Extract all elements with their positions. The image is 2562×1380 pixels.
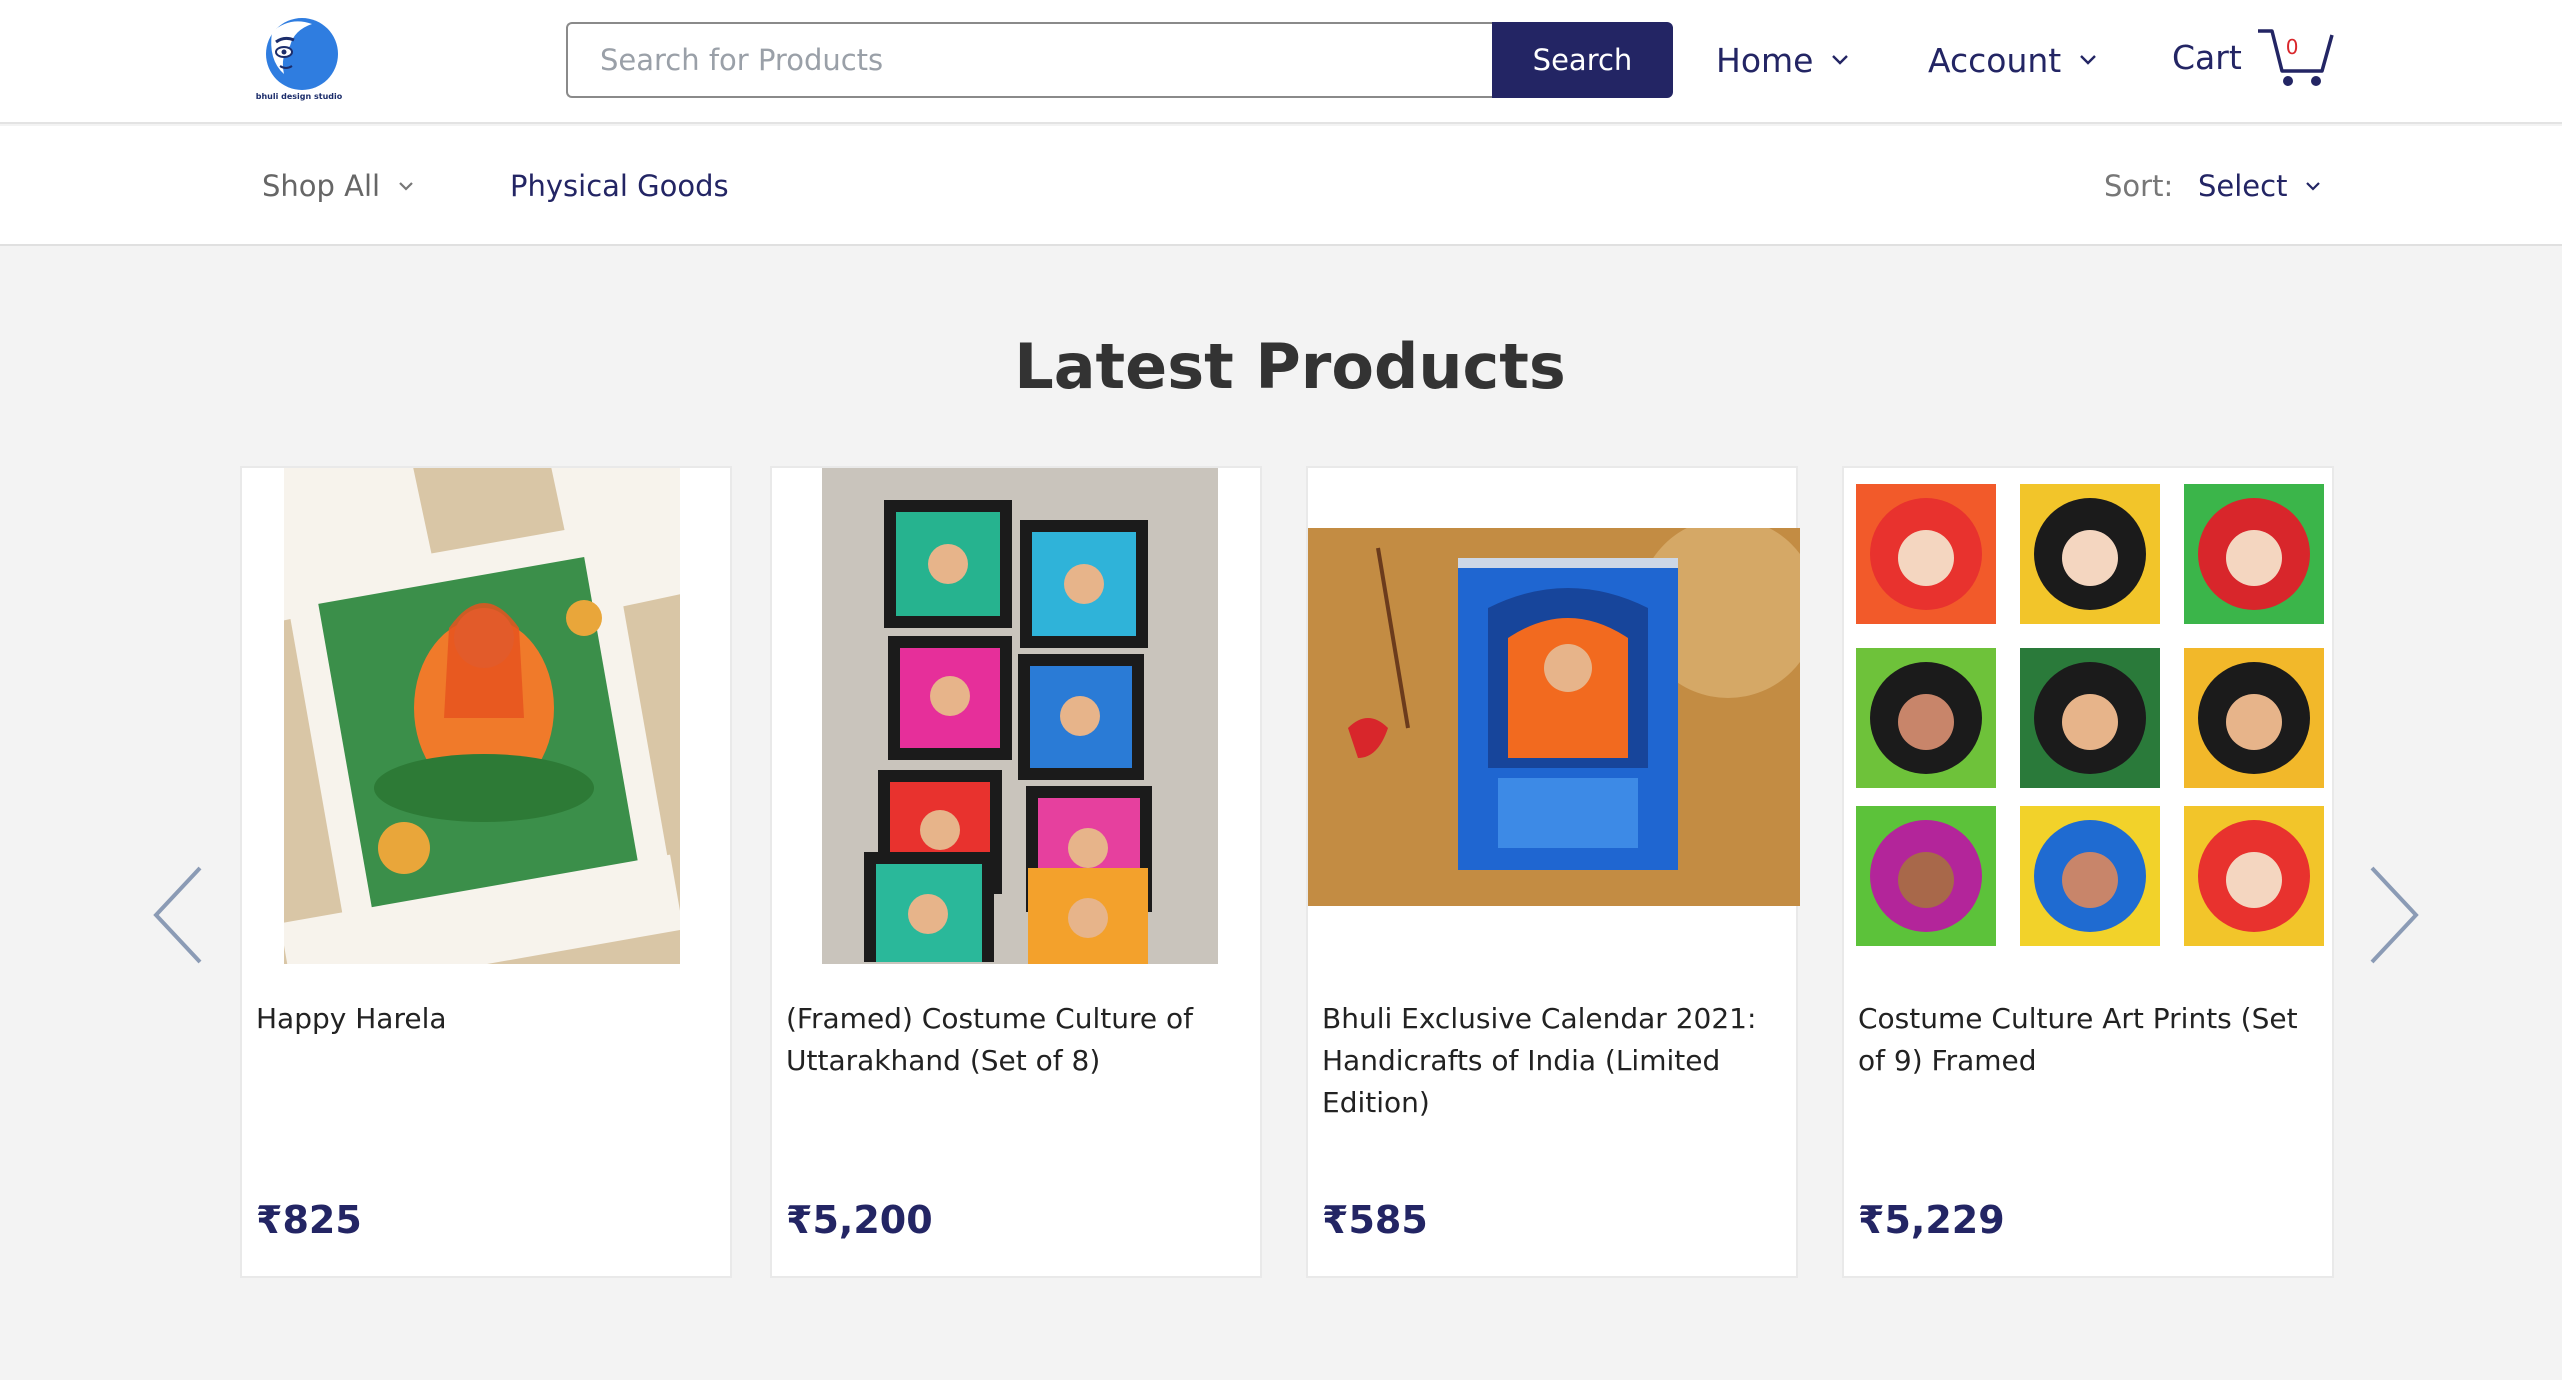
product-price: ₹825 bbox=[256, 1198, 362, 1242]
search-input[interactable] bbox=[566, 22, 1494, 98]
product-title[interactable]: (Framed) Costume Culture of Uttarakhand … bbox=[786, 998, 1246, 1082]
sort-select[interactable]: Select bbox=[2198, 162, 2321, 210]
sort-value: Select bbox=[2198, 169, 2288, 203]
chevron-down-icon bbox=[398, 181, 414, 192]
product-card[interactable]: (Framed) Costume Culture of Uttarakhand … bbox=[770, 466, 1262, 1278]
product-price: ₹585 bbox=[1322, 1198, 1428, 1242]
carousel-next-button[interactable] bbox=[2364, 860, 2424, 970]
cart-icon: 0 bbox=[2256, 25, 2336, 89]
product-card[interactable]: Bhuli Exclusive Calendar 2021: Handicraf… bbox=[1306, 466, 1800, 1278]
cart-count-badge: 0 bbox=[2285, 35, 2299, 59]
product-image[interactable] bbox=[1308, 528, 1800, 906]
top-navigation-bar: bhuli design studio Search Home Account … bbox=[0, 0, 2562, 124]
nav-account-dropdown[interactable]: Account bbox=[1928, 36, 2097, 84]
product-title[interactable]: Happy Harela bbox=[256, 998, 716, 1040]
arrow-left-icon bbox=[153, 866, 202, 964]
section-heading: Latest Products bbox=[1014, 330, 1566, 403]
carousel-prev-button[interactable] bbox=[148, 860, 208, 970]
product-image[interactable] bbox=[1856, 484, 2324, 954]
nav-home-dropdown[interactable]: Home bbox=[1716, 36, 1849, 84]
product-card[interactable]: Happy Harela ₹825 bbox=[240, 466, 732, 1278]
chevron-down-icon bbox=[2079, 54, 2097, 66]
category-physical-goods[interactable]: Physical Goods bbox=[510, 162, 729, 210]
nav-home-label: Home bbox=[1716, 40, 1814, 80]
chevron-down-icon bbox=[2305, 181, 2321, 192]
chevron-down-icon bbox=[1831, 54, 1849, 66]
product-image[interactable] bbox=[822, 468, 1218, 964]
product-image[interactable] bbox=[284, 468, 680, 964]
category-bar: Shop All Physical Goods Sort: Select bbox=[0, 126, 2562, 246]
category-label: Physical Goods bbox=[510, 169, 729, 203]
arrow-right-icon bbox=[2370, 866, 2419, 964]
search-button[interactable]: Search bbox=[1492, 22, 1673, 98]
shop-all-label: Shop All bbox=[262, 169, 381, 203]
product-price: ₹5,229 bbox=[1858, 1198, 2005, 1242]
logo-text: bhuli design studio bbox=[255, 92, 343, 101]
sort-label: Sort: bbox=[2104, 169, 2174, 203]
shop-all-dropdown[interactable]: Shop All bbox=[262, 162, 414, 210]
nav-account-label: Account bbox=[1928, 40, 2062, 80]
product-card[interactable]: Costume Culture Art Prints (Set of 9) Fr… bbox=[1842, 466, 2334, 1278]
cart-label: Cart bbox=[2172, 37, 2242, 77]
cart-button[interactable]: Cart 0 bbox=[2172, 22, 2336, 92]
product-title[interactable]: Bhuli Exclusive Calendar 2021: Handicraf… bbox=[1322, 998, 1782, 1124]
product-title[interactable]: Costume Culture Art Prints (Set of 9) Fr… bbox=[1858, 998, 2318, 1082]
product-price: ₹5,200 bbox=[786, 1198, 933, 1242]
